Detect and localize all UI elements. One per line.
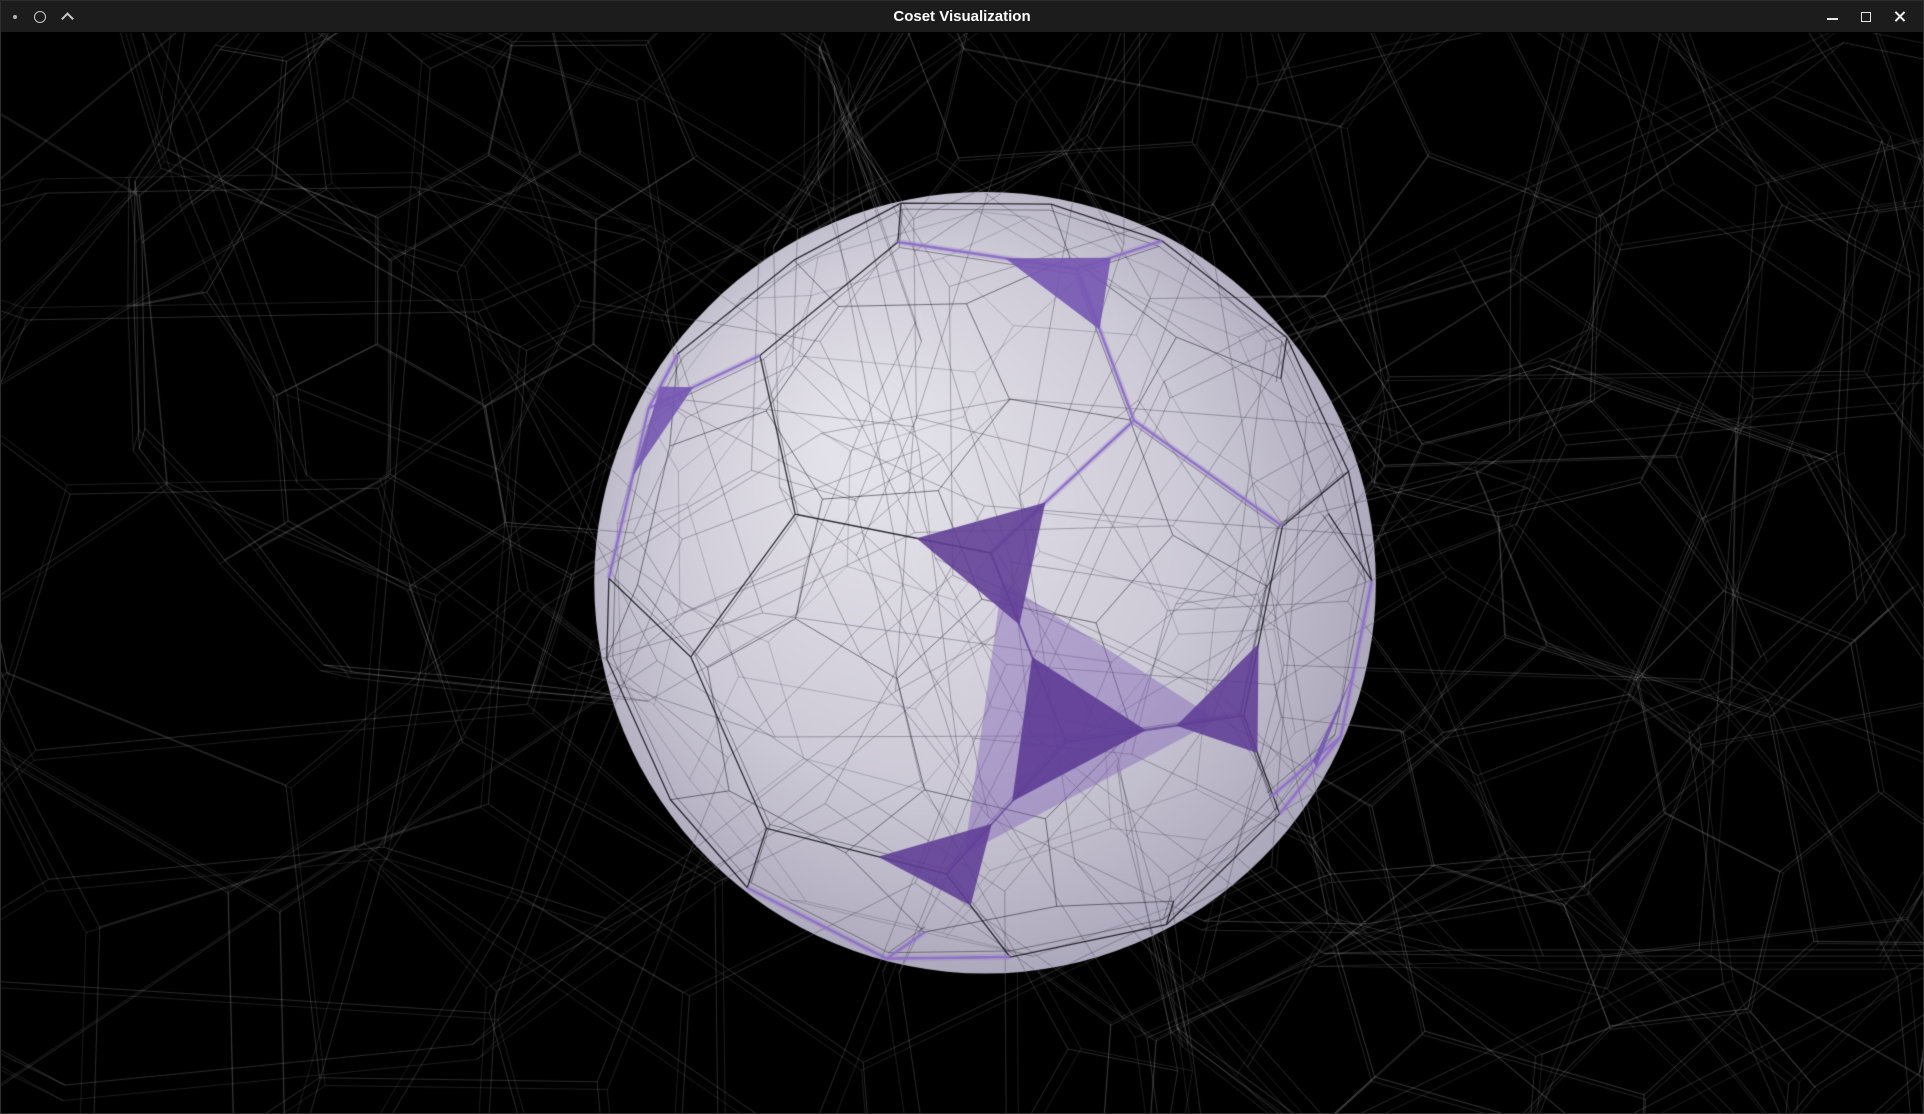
minimize-icon <box>1827 18 1838 20</box>
window-title: Coset Visualization <box>893 1 1030 33</box>
window-controls <box>1819 4 1923 30</box>
circle-icon[interactable] <box>34 11 46 23</box>
close-icon <box>1894 10 1907 23</box>
app-window: Coset Visualization <box>0 0 1924 1114</box>
viewport-canvas[interactable] <box>1 33 1923 1113</box>
close-button[interactable] <box>1887 4 1913 30</box>
maximize-button[interactable] <box>1853 4 1879 30</box>
titlebar-left-icons <box>1 11 72 23</box>
viewport <box>1 33 1923 1113</box>
maximize-icon <box>1861 12 1871 22</box>
titlebar[interactable]: Coset Visualization <box>1 1 1923 33</box>
chevron-up-icon[interactable] <box>63 12 72 21</box>
minimize-button[interactable] <box>1819 4 1845 30</box>
app-dot-icon[interactable] <box>13 15 17 19</box>
